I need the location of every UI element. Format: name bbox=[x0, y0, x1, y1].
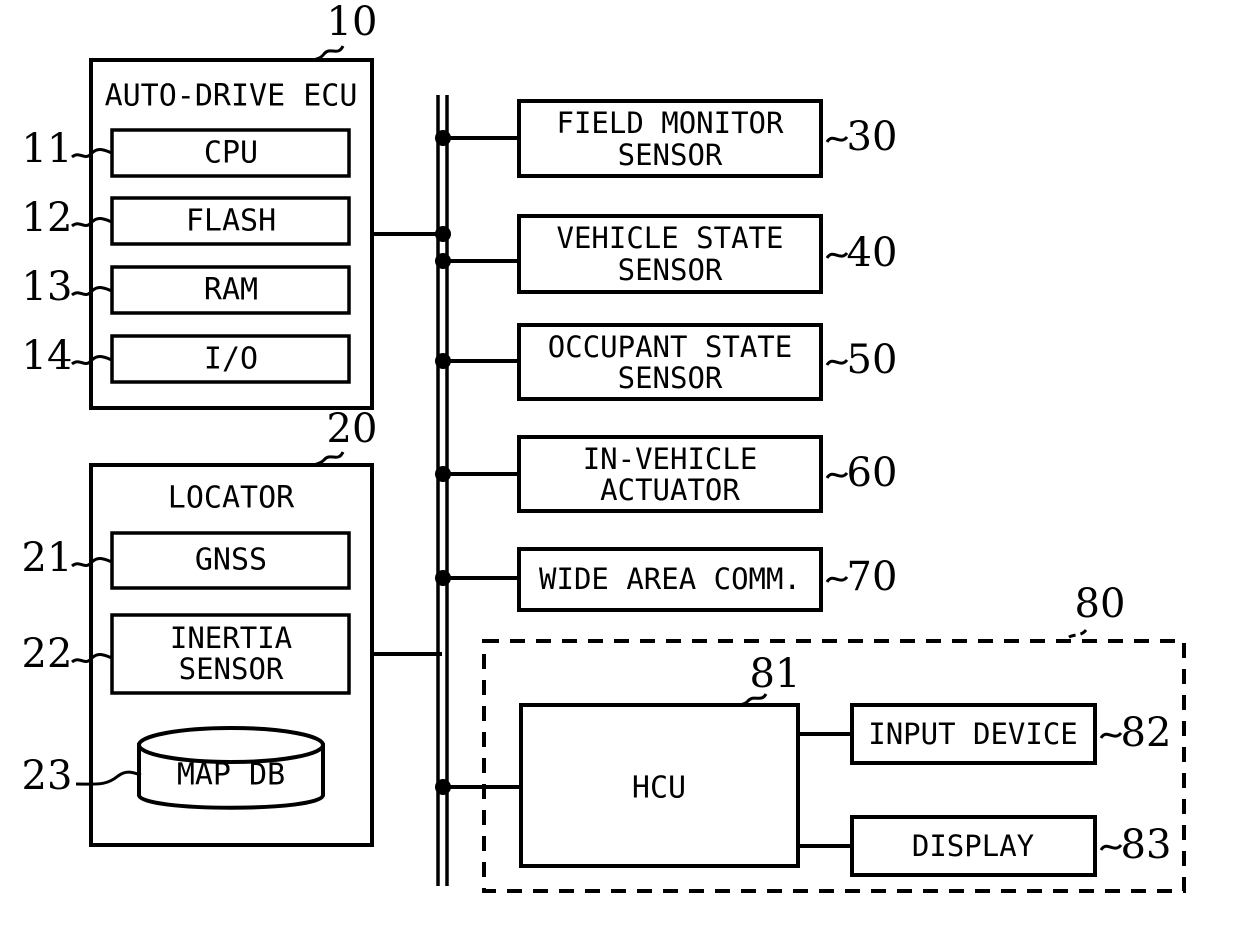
ref-label-21: 21 bbox=[22, 535, 73, 581]
leader-70 bbox=[825, 575, 849, 583]
in-vehicle-actuator-line1: IN-VEHICLE bbox=[583, 442, 758, 476]
ecu-module-flash-label: FLASH bbox=[186, 204, 276, 239]
patent-figure: AUTO-DRIVE ECU CPU FLASH RAM I/O 10 11 1… bbox=[0, 0, 1240, 952]
ref-label-70: 70 bbox=[847, 554, 898, 600]
ecu-module-ram-label: RAM bbox=[204, 273, 258, 308]
ref-label-23: 23 bbox=[22, 753, 73, 799]
map-database-label: MAP DB bbox=[177, 758, 285, 793]
communication-bus bbox=[436, 95, 449, 886]
ref-label-81: 81 bbox=[750, 651, 801, 697]
locator-module-inertia-line2: SENSOR bbox=[179, 652, 284, 686]
ref-label-14: 14 bbox=[22, 333, 73, 379]
ref-label-82: 82 bbox=[1121, 710, 1172, 756]
ref-label-10: 10 bbox=[327, 0, 378, 45]
bus-node-dot-ecu bbox=[435, 226, 451, 242]
leader-30 bbox=[825, 135, 849, 143]
ref-label-50: 50 bbox=[847, 337, 898, 383]
leader-60 bbox=[825, 471, 849, 479]
locator-module-gnss-label: GNSS bbox=[195, 543, 267, 578]
hcu-label: HCU bbox=[632, 771, 686, 806]
vehicle-state-sensor-line2: SENSOR bbox=[618, 253, 723, 287]
in-vehicle-actuator-line2: ACTUATOR bbox=[600, 473, 740, 507]
auto-drive-ecu-block[interactable]: AUTO-DRIVE ECU CPU FLASH RAM I/O bbox=[89, 58, 374, 410]
ref-label-80: 80 bbox=[1075, 581, 1126, 627]
bus-node-dot-60 bbox=[435, 466, 451, 482]
leader-10 bbox=[313, 45, 345, 62]
field-monitor-sensor-line2: SENSOR bbox=[618, 138, 723, 172]
leader-83 bbox=[1099, 843, 1123, 851]
leader-82 bbox=[1099, 731, 1123, 739]
locator-title: LOCATOR bbox=[168, 481, 295, 516]
ref-label-40: 40 bbox=[847, 230, 898, 276]
bus-node-dot-40 bbox=[435, 253, 451, 269]
ref-label-12: 12 bbox=[22, 195, 73, 241]
bus-node-dot-30 bbox=[435, 130, 451, 146]
vehicle-state-sensor-line1: VEHICLE STATE bbox=[557, 221, 784, 255]
ref-label-60: 60 bbox=[847, 450, 898, 496]
leader-40 bbox=[825, 251, 849, 259]
display-label: DISPLAY bbox=[912, 829, 1034, 863]
auto-drive-ecu-title: AUTO-DRIVE ECU bbox=[105, 79, 358, 114]
ref-label-13: 13 bbox=[22, 264, 73, 310]
ecu-module-cpu-label: CPU bbox=[204, 136, 258, 171]
ref-label-11: 11 bbox=[22, 126, 73, 172]
bus-node-dot-50 bbox=[435, 353, 451, 369]
input-device-label: INPUT DEVICE bbox=[868, 717, 1078, 751]
bus-node-dot-70 bbox=[435, 570, 451, 586]
wide-area-comm-label: WIDE AREA COMM. bbox=[539, 562, 801, 596]
ref-label-30: 30 bbox=[847, 114, 898, 160]
leader-50 bbox=[825, 358, 849, 366]
field-monitor-sensor-line1: FIELD MONITOR bbox=[557, 106, 785, 140]
bus-node-dot-hcu bbox=[435, 779, 451, 795]
ref-label-20: 20 bbox=[327, 406, 378, 452]
ecu-module-io-label: I/O bbox=[204, 342, 258, 377]
locator-block[interactable]: LOCATOR GNSS INERTIA SENSOR MAP DB bbox=[89, 463, 374, 847]
occupant-state-sensor-line2: SENSOR bbox=[618, 361, 723, 395]
ref-label-83: 83 bbox=[1121, 822, 1172, 868]
locator-module-inertia-line1: INERTIA bbox=[170, 621, 292, 655]
ref-label-22: 22 bbox=[22, 631, 73, 677]
occupant-state-sensor-line1: OCCUPANT STATE bbox=[548, 330, 792, 364]
